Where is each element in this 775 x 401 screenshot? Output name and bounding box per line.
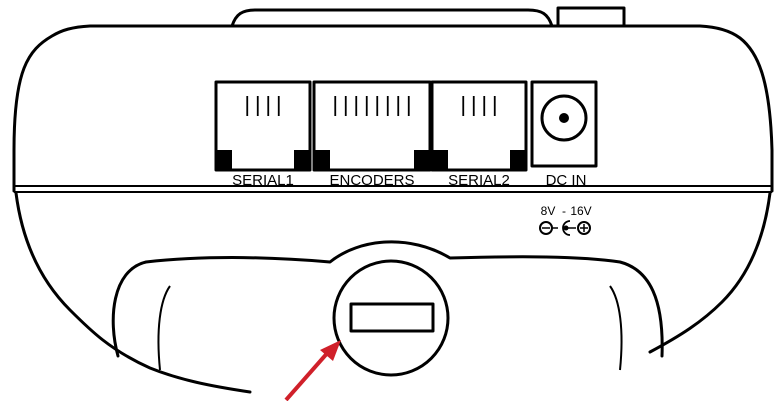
- port-label-serial1: SERIAL1: [232, 172, 294, 189]
- port-serial1-latch-right: [294, 150, 310, 170]
- port-serial1-pins: [246, 96, 280, 116]
- battery-panel: [111, 240, 664, 358]
- port-label-encoders: ENCODERS: [329, 172, 414, 189]
- dc-in-label: DC IN: [546, 172, 587, 189]
- lower-casing: [14, 191, 252, 394]
- lower-casing-right: [648, 191, 772, 354]
- upper-casing: [12, 24, 774, 193]
- battery-panel-inner-right: [609, 285, 623, 371]
- port-serial2-latch-left: [432, 150, 448, 170]
- port-serial1: [214, 80, 312, 172]
- port-encoders-latch-left: [314, 150, 330, 170]
- port-serial1-latch-left: [216, 150, 232, 170]
- device-rear-view: SERIAL1 ENCODERS SERIAL2 DC IN 8V - 16V: [0, 0, 775, 401]
- battery-cover-slot[interactable]: [349, 302, 435, 333]
- voltage-low: 8V: [541, 204, 556, 218]
- polarity-center-dot: [563, 225, 569, 231]
- port-encoders-frame: [312, 80, 432, 172]
- dc-in-center-pin: [559, 113, 569, 123]
- battery-panel-inner: [157, 285, 171, 371]
- polarity-symbol-icon: [539, 220, 591, 236]
- port-label-serial2: SERIAL2: [448, 172, 510, 189]
- voltage-separator: -: [562, 204, 566, 218]
- top-tab: [556, 6, 626, 28]
- port-encoders-pins: [334, 96, 410, 116]
- dc-in-jack: [530, 80, 598, 168]
- device-diagram: SERIAL1 ENCODERS SERIAL2 DC IN 8V - 16V: [12, 6, 774, 401]
- port-encoders-latch-right: [414, 150, 430, 170]
- arrow-shaft: [284, 348, 332, 401]
- port-serial2: [430, 80, 528, 172]
- port-serial2-pins: [462, 96, 496, 116]
- voltage-high: 16V: [570, 204, 591, 218]
- port-encoders: [312, 80, 432, 172]
- arrow-indicator: [284, 340, 341, 401]
- top-casing-bump: [230, 8, 554, 28]
- port-serial2-latch-right: [510, 150, 526, 170]
